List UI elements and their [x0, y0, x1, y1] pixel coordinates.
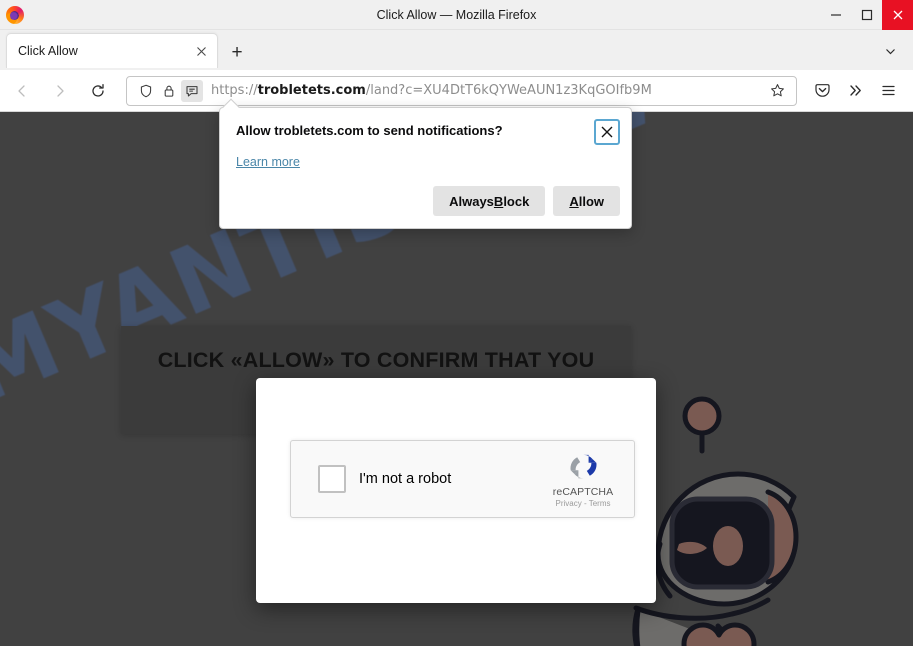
- new-tab-button[interactable]: +: [222, 37, 252, 67]
- url-path: /land?c=XU4DtT6kQYWeAUN1z3KqGOIfb9M: [365, 83, 652, 98]
- recaptcha-checkbox[interactable]: [318, 465, 346, 493]
- window-title: Click Allow — Mozilla Firefox: [376, 7, 537, 22]
- popup-close-icon[interactable]: [594, 119, 620, 145]
- notification-permission-icon[interactable]: [181, 79, 203, 102]
- doorhanger-actions: Always Block Allow: [433, 186, 620, 216]
- recaptcha-logo-icon: [569, 454, 597, 479]
- tab-close-icon[interactable]: [188, 38, 214, 64]
- firefox-window: Click Allow — Mozilla Firefox Click Allo…: [0, 0, 913, 646]
- forward-arrow-icon[interactable]: [44, 76, 76, 106]
- allow-accesskey: A: [569, 193, 579, 209]
- notification-permission-popup: Allow trobletets.com to send notificatio…: [219, 107, 632, 229]
- pocket-icon[interactable]: [807, 76, 837, 106]
- doorhanger-title: Allow trobletets.com to send notificatio…: [236, 123, 503, 138]
- window-controls: [820, 0, 913, 30]
- tab-title: Click Allow: [18, 44, 78, 58]
- always-block-accesskey: B: [493, 193, 504, 209]
- tab-strip: Click Allow +: [0, 30, 913, 70]
- reload-icon[interactable]: [82, 76, 114, 106]
- always-block-prefix: Always: [449, 193, 494, 209]
- maximize-icon[interactable]: [851, 0, 882, 30]
- captcha-modal: I'm not a robot reCAPTCHA Privacy - Term…: [256, 378, 656, 603]
- page-headline: CLICK «ALLOW» TO CONFIRM THAT YOU: [157, 348, 595, 372]
- allow-button[interactable]: Allow: [553, 186, 620, 216]
- close-icon[interactable]: [882, 0, 913, 30]
- firefox-logo-icon: [6, 5, 24, 24]
- back-arrow-icon[interactable]: [6, 76, 38, 106]
- url-scheme: https://: [211, 83, 258, 98]
- window-titlebar: Click Allow — Mozilla Firefox: [0, 0, 913, 30]
- connection-lock-icon[interactable]: [158, 80, 180, 102]
- double-chevron-right-icon[interactable]: [840, 76, 870, 106]
- url-host: trobletets.com: [257, 83, 366, 98]
- minimize-icon[interactable]: [820, 0, 851, 30]
- tracking-protection-shield-icon[interactable]: [135, 80, 157, 102]
- allow-suffix: llow: [578, 193, 604, 209]
- browser-tab[interactable]: Click Allow: [6, 33, 218, 68]
- learn-more-link[interactable]: Learn more: [236, 155, 300, 169]
- chevron-down-icon[interactable]: [877, 38, 903, 64]
- hamburger-menu-icon[interactable]: [873, 76, 903, 106]
- recaptcha-links[interactable]: Privacy - Terms: [556, 499, 611, 508]
- always-block-suffix: lock: [503, 193, 530, 209]
- star-bookmark-icon[interactable]: [764, 78, 790, 104]
- recaptcha-brand-name: reCAPTCHA: [552, 486, 614, 498]
- recaptcha-widget[interactable]: I'm not a robot reCAPTCHA Privacy - Term…: [290, 440, 635, 518]
- always-block-button[interactable]: Always Block: [433, 186, 546, 216]
- navigation-toolbar: https://trobletets.com/land?c=XU4DtT6kQY…: [0, 70, 913, 112]
- url-text[interactable]: https://trobletets.com/land?c=XU4DtT6kQY…: [211, 83, 764, 98]
- recaptcha-label: I'm not a robot: [359, 471, 452, 487]
- recaptcha-branding: reCAPTCHA Privacy - Terms: [543, 450, 623, 508]
- identity-box: [131, 79, 203, 102]
